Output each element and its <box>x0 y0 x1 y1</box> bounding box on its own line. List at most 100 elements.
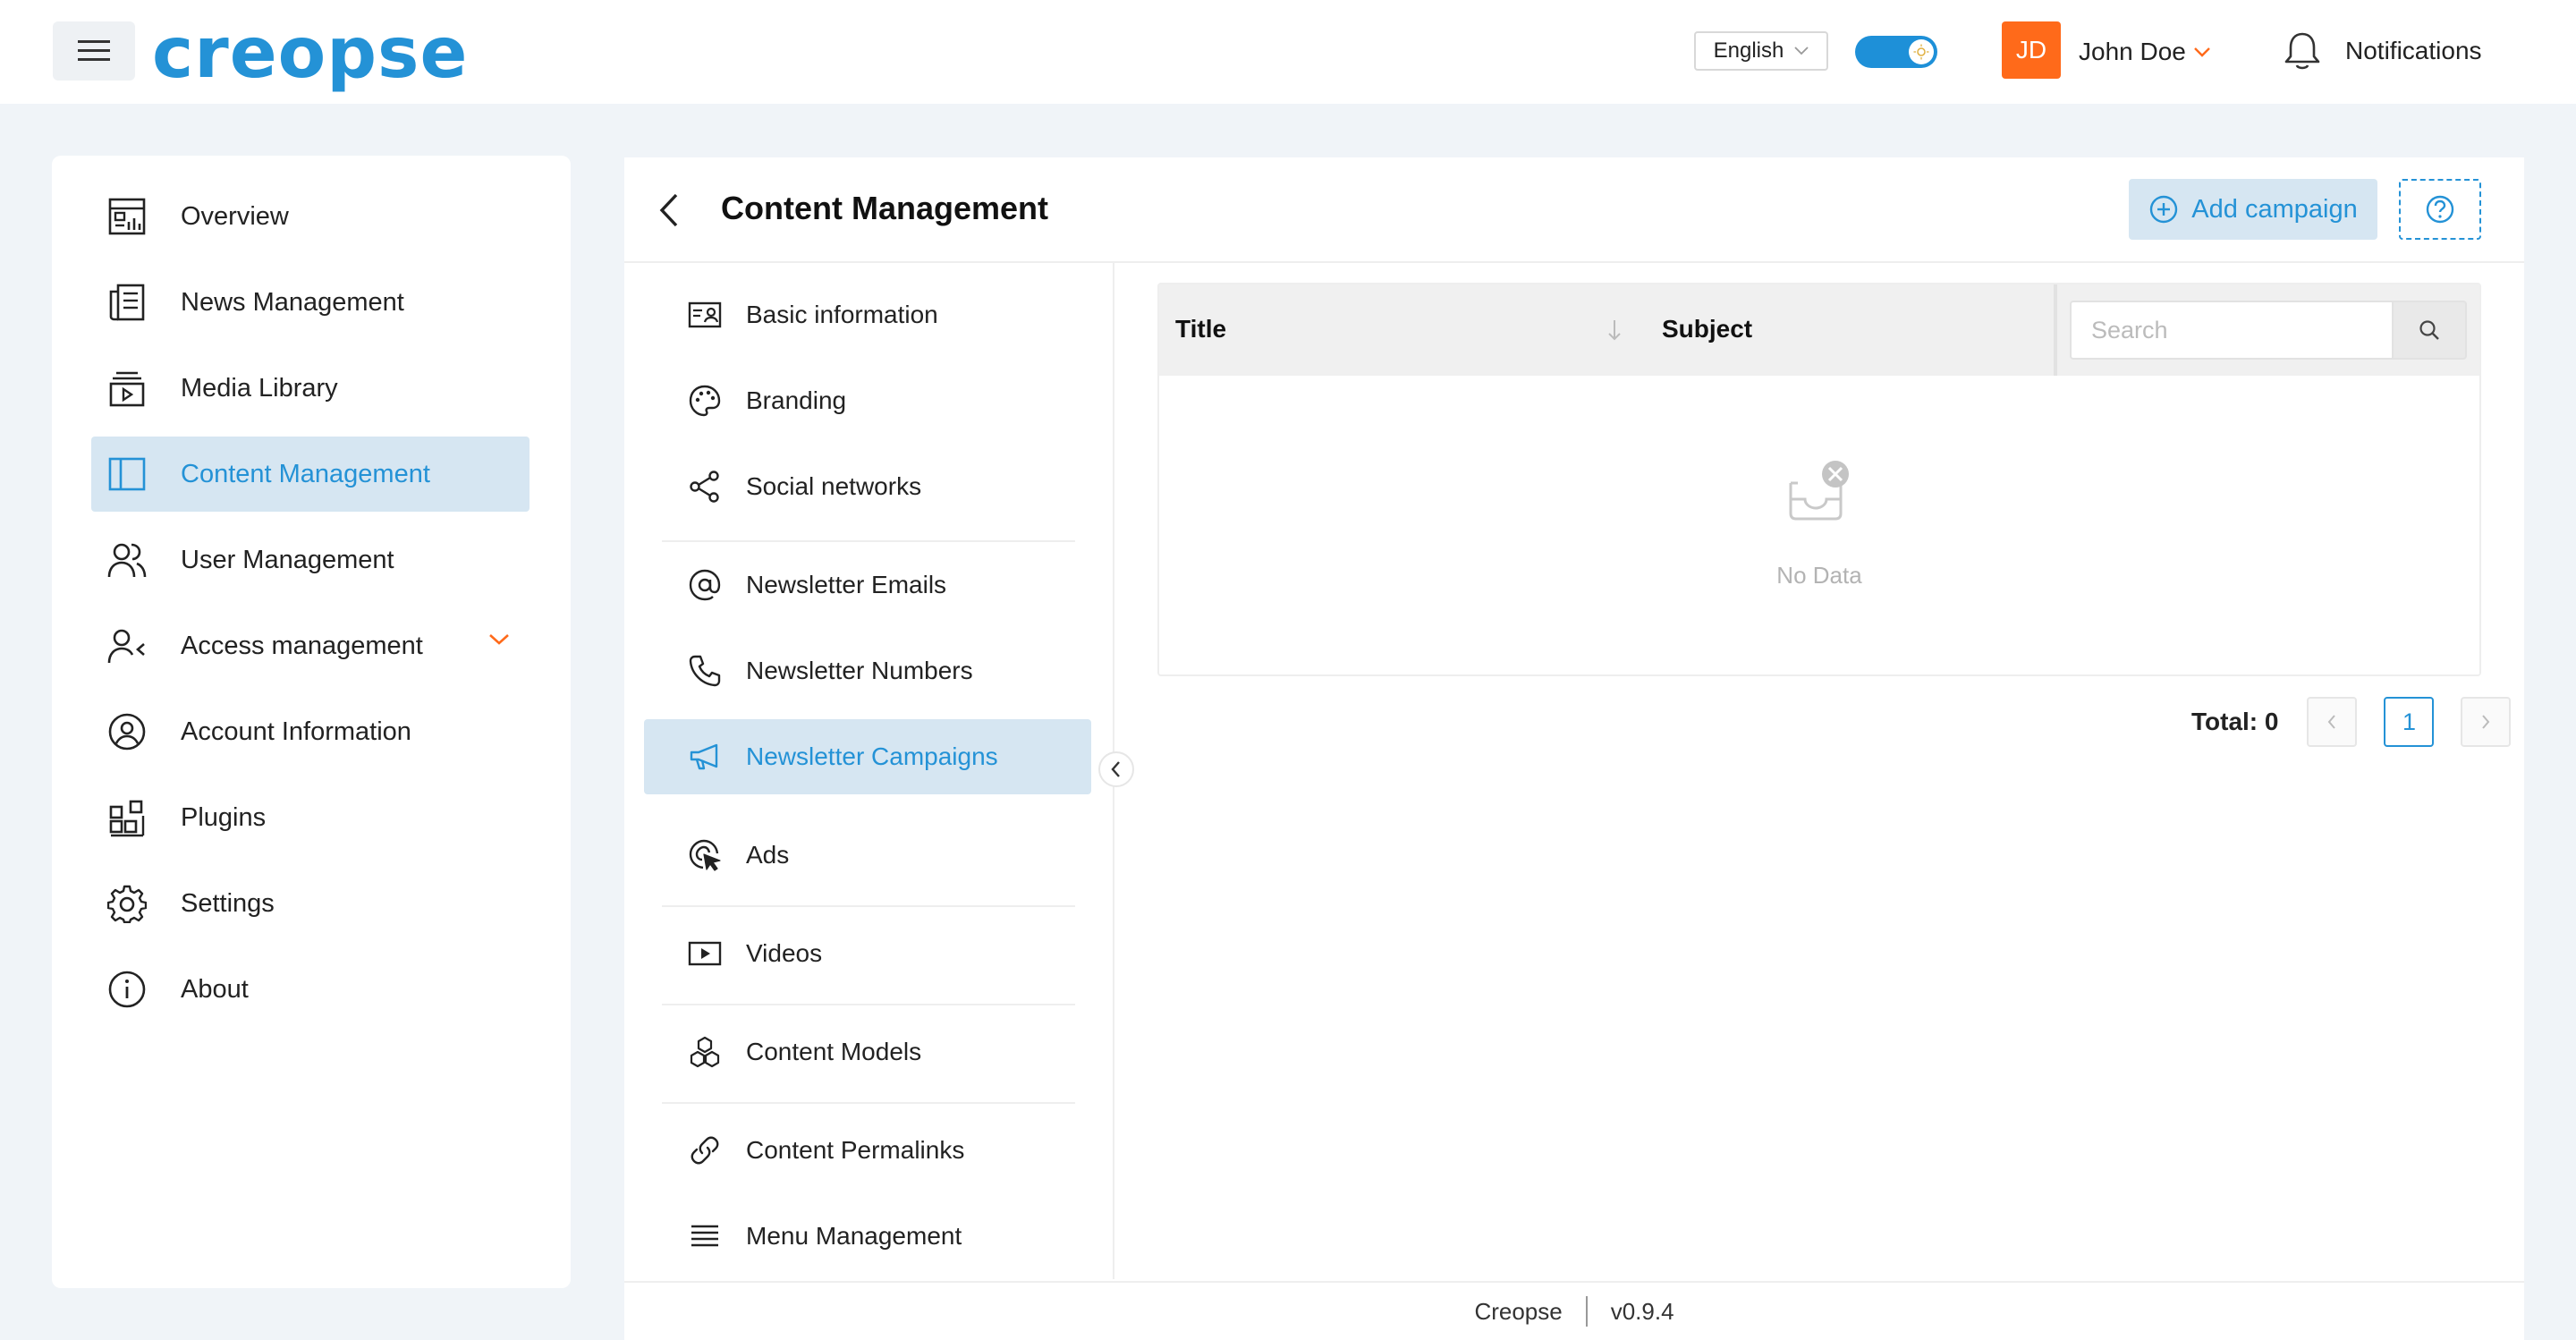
empty-inbox-icon <box>1789 461 1849 521</box>
sidebar-item-label: News Management <box>181 287 404 317</box>
sidebar-item-media-library[interactable]: Media Library <box>91 351 530 426</box>
submenu-item-content-permalinks[interactable]: Content Permalinks <box>644 1113 1091 1188</box>
footer-separator <box>1585 1296 1588 1327</box>
app-logo[interactable]: creopse <box>152 13 469 94</box>
plugins-icon <box>106 796 148 839</box>
submenu-item-label: Branding <box>746 386 847 414</box>
user-name-label: John Doe <box>2079 38 2186 65</box>
back-button[interactable] <box>651 190 689 231</box>
submenu-item-menu-management[interactable]: Menu Management <box>644 1199 1091 1274</box>
layout-icon <box>106 453 148 496</box>
users-icon <box>106 539 148 581</box>
submenu-divider <box>662 1102 1075 1104</box>
submenu-item-label: Basic information <box>746 301 938 328</box>
sidebar-item-account-information[interactable]: Account Information <box>91 694 530 769</box>
prev-page-button[interactable] <box>2307 697 2358 747</box>
hamburger-icon <box>78 40 110 61</box>
sidebar-item-content-management[interactable]: Content Management <box>91 437 530 512</box>
submenu-item-label: Menu Management <box>746 1222 962 1250</box>
submenu-item-label: Newsletter Campaigns <box>746 742 998 770</box>
column-header-title[interactable]: Title <box>1175 315 1226 343</box>
user-menu[interactable]: John Doe <box>2079 32 2211 72</box>
pagination: Total: 0 1 <box>2191 696 2512 748</box>
gear-icon <box>106 882 148 925</box>
page-number-button[interactable]: 1 <box>2384 697 2435 747</box>
dashboard-icon <box>106 195 148 238</box>
phone-icon <box>687 653 723 689</box>
sidebar-item-user-management[interactable]: User Management <box>91 522 530 598</box>
submenu-item-branding[interactable]: Branding <box>644 363 1091 438</box>
empty-state: No Data <box>1159 376 2479 674</box>
sidebar-item-label: Overview <box>181 201 289 231</box>
submenu-item-videos[interactable]: Videos <box>644 916 1091 991</box>
submenu-item-ads[interactable]: Ads <box>644 818 1091 893</box>
sidebar-item-label: Media Library <box>181 373 338 403</box>
footer: Creopse v0.9.4 <box>624 1281 2524 1340</box>
link-icon <box>687 1132 723 1168</box>
target-cursor-icon <box>687 837 723 873</box>
question-circle-icon <box>2426 195 2454 224</box>
add-campaign-label: Add campaign <box>2191 194 2358 224</box>
palette-icon <box>687 383 723 419</box>
submenu-item-label: Content Permalinks <box>746 1136 965 1164</box>
sort-down-icon[interactable] <box>1606 318 1623 342</box>
submenu-item-basic-information[interactable]: Basic information <box>644 277 1091 352</box>
toggle-knob <box>1909 39 1934 64</box>
column-header-subject[interactable]: Subject <box>1662 315 1752 343</box>
chevron-left-icon <box>1111 761 1120 777</box>
theme-toggle[interactable] <box>1855 36 1937 68</box>
logo-text: creopse <box>152 13 469 94</box>
search-input[interactable] <box>2070 301 2394 360</box>
sidebar-item-about[interactable]: About <box>91 952 530 1027</box>
add-campaign-button[interactable]: Add campaign <box>2129 179 2377 240</box>
sidebar-item-plugins[interactable]: Plugins <box>91 780 530 855</box>
account-icon <box>106 710 148 753</box>
content-sub-menu: Basic information Branding Social networ… <box>624 263 1114 1279</box>
submenu-item-social-networks[interactable]: Social networks <box>644 449 1091 524</box>
language-value: English <box>1713 38 1784 63</box>
id-card-icon <box>687 297 723 333</box>
share-icon <box>687 469 723 505</box>
user-avatar[interactable]: JD <box>2002 21 2061 79</box>
sidebar-item-label: Access management <box>181 631 423 660</box>
sidebar-item-news-management[interactable]: News Management <box>91 265 530 340</box>
search-button[interactable] <box>2392 301 2467 360</box>
menu-toggle-button[interactable] <box>53 21 135 81</box>
submenu-item-label: Ads <box>746 841 790 869</box>
submenu-item-newsletter-campaigns[interactable]: Newsletter Campaigns <box>644 719 1091 794</box>
sidebar-item-label: User Management <box>181 545 394 574</box>
info-icon <box>106 968 148 1011</box>
sidebar-item-settings[interactable]: Settings <box>91 866 530 941</box>
help-button[interactable] <box>2399 179 2481 240</box>
chevron-down-icon[interactable] <box>488 633 510 646</box>
submenu-item-label: Videos <box>746 939 823 967</box>
language-select[interactable]: English <box>1694 31 1828 71</box>
page-header: Content Management Add campaign <box>624 157 2524 263</box>
main-sidebar: Overview News Management Media Library C… <box>52 156 571 1288</box>
submenu-item-label: Newsletter Numbers <box>746 657 973 684</box>
next-page-button[interactable] <box>2461 697 2512 747</box>
media-icon <box>106 367 148 410</box>
footer-version: v0.9.4 <box>1610 1297 1674 1325</box>
submenu-item-content-models[interactable]: Content Models <box>644 1014 1091 1090</box>
video-icon <box>687 936 723 971</box>
chevron-left-icon <box>659 193 678 227</box>
main-panel: Content Management Add campaign Basic in… <box>624 157 2524 1340</box>
submenu-divider <box>662 540 1075 542</box>
submenu-divider <box>662 905 1075 907</box>
submenu-item-newsletter-emails[interactable]: Newsletter Emails <box>644 547 1091 623</box>
sun-icon <box>1913 44 1929 60</box>
user-access-icon <box>106 624 148 667</box>
total-count: Total: 0 <box>2191 708 2279 735</box>
sidebar-item-label: About <box>181 974 249 1004</box>
top-header: creopse English JD John Doe Notification… <box>0 0 2576 104</box>
chevron-down-icon <box>2194 47 2210 57</box>
collapse-submenu-button[interactable] <box>1098 751 1134 787</box>
sidebar-item-overview[interactable]: Overview <box>91 179 530 254</box>
notifications-button[interactable]: Notifications <box>2283 27 2482 75</box>
sidebar-item-access-management[interactable]: Access management <box>91 608 530 683</box>
megaphone-icon <box>687 739 723 775</box>
submenu-item-newsletter-numbers[interactable]: Newsletter Numbers <box>644 633 1091 708</box>
submenu-divider <box>662 1004 1075 1005</box>
campaigns-table: Title Subject No Data <box>1157 283 2481 676</box>
